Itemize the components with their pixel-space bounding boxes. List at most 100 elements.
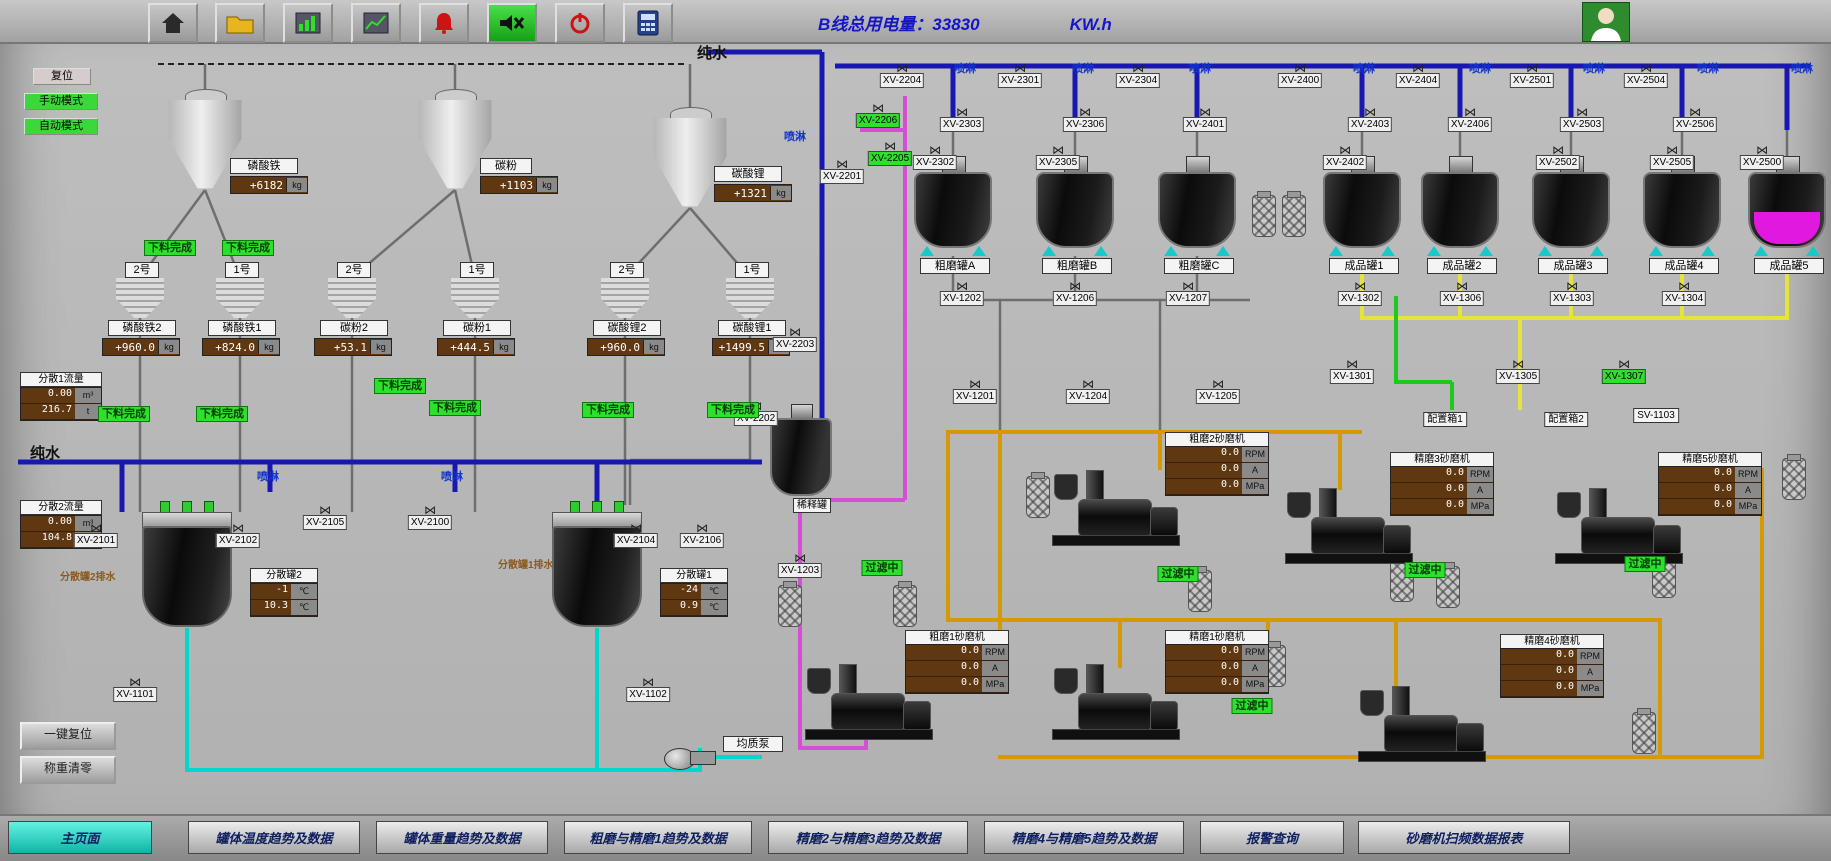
power-button[interactable]: [555, 3, 605, 43]
valve-xv-2304[interactable]: ⋈XV-2304: [1116, 64, 1160, 88]
valve-xv-1301[interactable]: ⋈XV-1301: [1330, 360, 1374, 384]
valve-xv-2401[interactable]: ⋈XV-2401: [1183, 108, 1227, 132]
valve-icon: ⋈: [1079, 108, 1091, 117]
nav-tank-temperature-trend[interactable]: 罐体温度趋势及数据: [188, 821, 360, 854]
valve-xv-2106[interactable]: ⋈XV-2106: [680, 524, 724, 548]
valve-icon: ⋈: [1618, 360, 1630, 369]
mute-button[interactable]: [487, 3, 537, 43]
valve-xv-2204[interactable]: ⋈XV-2204: [880, 64, 924, 88]
valve-icon: ⋈: [1212, 380, 1224, 389]
nav-main-page[interactable]: 主页面: [8, 821, 152, 854]
valve-icon: ⋈: [789, 328, 801, 337]
nav-alarm-query[interactable]: 报警查询: [1200, 821, 1344, 854]
valve-xv-2305[interactable]: ⋈XV-2305: [1036, 146, 1080, 170]
valve-xv-1101[interactable]: ⋈XV-1101: [113, 678, 157, 702]
trend-chart-1-icon: [295, 12, 321, 34]
valve-xv-1102[interactable]: ⋈XV-1102: [626, 678, 670, 702]
valve-icon: ⋈: [1689, 108, 1701, 117]
valve-xv-1202[interactable]: ⋈XV-1202: [940, 282, 984, 306]
spray-label: 喷淋: [1072, 60, 1094, 76]
home-button[interactable]: [148, 3, 198, 43]
valve-icon: ⋈: [956, 282, 968, 291]
valve-xv-1204[interactable]: ⋈XV-1204: [1066, 380, 1110, 404]
valve-xv-2503[interactable]: ⋈XV-2503: [1560, 108, 1604, 132]
status-tag: 过滤中: [1232, 698, 1273, 714]
trend-chart-2-button[interactable]: [351, 3, 401, 43]
valve-xv-2501[interactable]: ⋈XV-2501: [1510, 64, 1554, 88]
valve-icon: ⋈: [1364, 108, 1376, 117]
calculator-button[interactable]: [623, 3, 673, 43]
valve-icon: ⋈: [1132, 64, 1144, 73]
status-tag: 下料完成: [707, 402, 759, 418]
nav-fine2-fine3-trend[interactable]: 精磨2与精磨3趋势及数据: [768, 821, 968, 854]
folder-button[interactable]: [215, 3, 265, 43]
valve-icon: ⋈: [319, 506, 331, 515]
trend-chart-1-button[interactable]: [283, 3, 333, 43]
valve-xv-2400[interactable]: ⋈XV-2400: [1278, 64, 1322, 88]
valve-icon: ⋈: [1526, 64, 1538, 73]
valve-icon: ⋈: [1339, 146, 1351, 155]
valve-xv-2502[interactable]: ⋈XV-2502: [1536, 146, 1580, 170]
status-tag: 下料完成: [582, 402, 634, 418]
alarm-button[interactable]: [419, 3, 469, 43]
valve-xv-2301[interactable]: ⋈XV-2301: [998, 64, 1042, 88]
valve-xv-1304[interactable]: ⋈XV-1304: [1662, 282, 1706, 306]
valve-xv-2506[interactable]: ⋈XV-2506: [1673, 108, 1717, 132]
spray-label: 喷淋: [784, 128, 806, 144]
valve-xv-2302[interactable]: ⋈XV-2302: [913, 146, 957, 170]
valve-icon: ⋈: [1456, 282, 1468, 291]
valve-xv-2205[interactable]: ⋈XV-2205: [868, 142, 912, 166]
valve-xv-1306[interactable]: ⋈XV-1306: [1440, 282, 1484, 306]
valve-icon: ⋈: [836, 160, 848, 169]
nav-fine4-fine5-trend[interactable]: 精磨4与精磨5趋势及数据: [984, 821, 1184, 854]
speaker-mute-icon: [498, 12, 526, 34]
valve-xv-2500[interactable]: ⋈XV-2500: [1740, 146, 1784, 170]
valve-xv-2100[interactable]: ⋈XV-2100: [408, 506, 452, 530]
valve-xv-1307[interactable]: ⋈XV-1307: [1602, 360, 1646, 384]
valve-xv-2206[interactable]: ⋈XV-2206: [856, 104, 900, 128]
status-tag: 下料完成: [144, 240, 196, 256]
valve-xv-2406[interactable]: ⋈XV-2406: [1448, 108, 1492, 132]
valve-xv-1206[interactable]: ⋈XV-1206: [1053, 282, 1097, 306]
valve-xv-2203[interactable]: ⋈XV-2203: [773, 328, 817, 352]
valve-xv-2306[interactable]: ⋈XV-2306: [1063, 108, 1107, 132]
valve-xv-1201[interactable]: ⋈XV-1201: [953, 380, 997, 404]
valve-xv-2404[interactable]: ⋈XV-2404: [1396, 64, 1440, 88]
title-label: B线总用电量：: [818, 15, 932, 34]
nav-mill-scan-report[interactable]: 砂磨机扫频数据报表: [1358, 821, 1570, 854]
valve-xv-1207[interactable]: ⋈XV-1207: [1166, 282, 1210, 306]
page-title: B线总用电量：33830KW.h: [818, 10, 1112, 35]
valve-xv-2505[interactable]: ⋈XV-2505: [1650, 146, 1694, 170]
valve-icon: ⋈: [1464, 108, 1476, 117]
valve-xv-2403[interactable]: ⋈XV-2403: [1348, 108, 1392, 132]
valve-icon: ⋈: [1412, 64, 1424, 73]
valve-xv-1302[interactable]: ⋈XV-1302: [1338, 282, 1382, 306]
valve-icon: ⋈: [872, 104, 884, 113]
status-tag: 过滤中: [1158, 566, 1199, 582]
valve-icon: ⋈: [630, 524, 642, 533]
folder-icon: [226, 12, 254, 34]
valve-xv-2101[interactable]: ⋈XV-2101: [74, 524, 118, 548]
valve-xv-2102[interactable]: ⋈XV-2102: [216, 524, 260, 548]
nav-coarse-fine1-trend[interactable]: 粗磨与精磨1趋势及数据: [564, 821, 752, 854]
valve-xv-2201[interactable]: ⋈XV-2201: [820, 160, 864, 184]
valve-icon: ⋈: [1052, 146, 1064, 155]
valve-xv-2303[interactable]: ⋈XV-2303: [940, 108, 984, 132]
valve-xv-1205[interactable]: ⋈XV-1205: [1196, 380, 1240, 404]
valve-icon: ⋈: [956, 108, 968, 117]
valve-xv-2105[interactable]: ⋈XV-2105: [303, 506, 347, 530]
valve-xv-2402[interactable]: ⋈XV-2402: [1323, 146, 1367, 170]
valve-icon: ⋈: [1640, 64, 1652, 73]
operator-avatar[interactable]: [1582, 2, 1630, 42]
valve-xv-1305[interactable]: ⋈XV-1305: [1496, 360, 1540, 384]
valve-xv-2504[interactable]: ⋈XV-2504: [1624, 64, 1668, 88]
equipment-tag: SV-1103: [1633, 408, 1679, 423]
status-tag: 过滤中: [1625, 556, 1666, 572]
valve-xv-1303[interactable]: ⋈XV-1303: [1550, 282, 1594, 306]
valve-xv-1203[interactable]: ⋈XV-1203: [778, 554, 822, 578]
toolbar: B线总用电量：33830KW.h: [0, 0, 1831, 44]
valve-xv-2104[interactable]: ⋈XV-2104: [614, 524, 658, 548]
trend-chart-2-icon: [363, 12, 389, 34]
nav-tank-weight-trend[interactable]: 罐体重量趋势及数据: [376, 821, 548, 854]
valve-icon: ⋈: [1566, 282, 1578, 291]
